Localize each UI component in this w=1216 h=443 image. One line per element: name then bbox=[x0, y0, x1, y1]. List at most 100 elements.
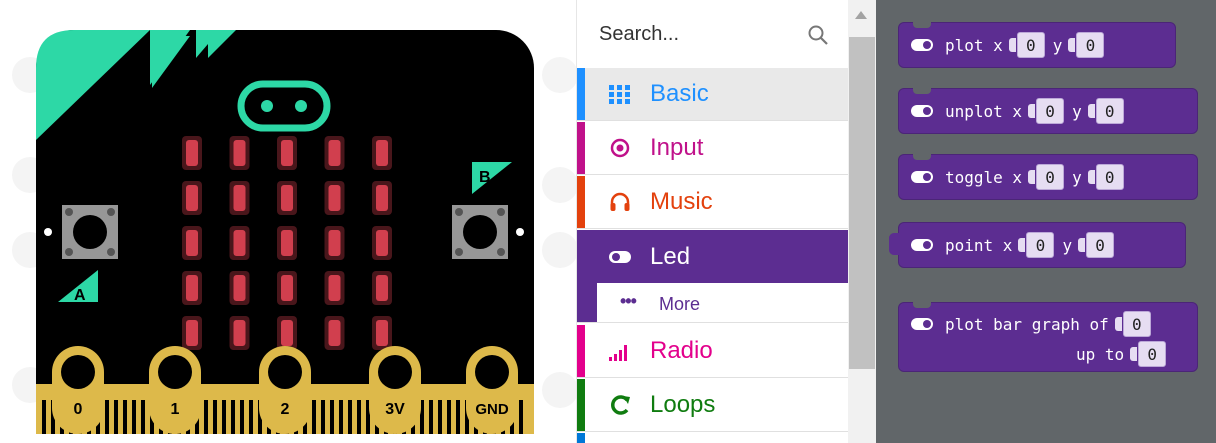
connector-strip bbox=[429, 400, 433, 434]
led-pixel bbox=[186, 320, 198, 346]
toggle-icon bbox=[911, 105, 933, 117]
search-input[interactable]: Search... bbox=[599, 23, 679, 46]
category-led-more[interactable]: ••• More bbox=[577, 283, 849, 323]
button-b-label: B bbox=[479, 169, 491, 186]
dots-icon: ••• bbox=[620, 291, 637, 311]
value-input[interactable]: 0 bbox=[1114, 311, 1151, 337]
microbit-board: A B 0 1 2 3V GND bbox=[36, 30, 534, 434]
up-to-input[interactable]: 0 bbox=[1130, 341, 1167, 367]
simulator-panel: A B 0 1 2 3V GND bbox=[0, 0, 576, 443]
category-label: Music bbox=[650, 188, 713, 215]
y-input[interactable]: 0 bbox=[1087, 164, 1124, 190]
block-unplot[interactable]: unplot x 0 y 0 bbox=[898, 88, 1198, 134]
pin-label: GND bbox=[475, 401, 509, 418]
connector-strip bbox=[447, 400, 451, 434]
connector-strip bbox=[114, 400, 118, 434]
x-input[interactable]: 0 bbox=[1008, 32, 1045, 58]
category-label: Input bbox=[650, 134, 704, 161]
pin-hole bbox=[378, 355, 412, 389]
category-music[interactable]: Music bbox=[577, 176, 849, 229]
led-pixel bbox=[376, 185, 388, 211]
led-pixel bbox=[186, 275, 198, 301]
x-input[interactable]: 0 bbox=[1018, 232, 1055, 258]
y-label: y bbox=[1052, 35, 1063, 55]
y-input[interactable]: 0 bbox=[1078, 232, 1115, 258]
block-toggle[interactable]: toggle x 0 y 0 bbox=[898, 154, 1198, 200]
led-pixel bbox=[376, 275, 388, 301]
led-pixel bbox=[376, 320, 388, 346]
headphones-icon bbox=[610, 192, 630, 211]
category-loops[interactable]: Loops bbox=[577, 379, 849, 432]
toggle-icon bbox=[911, 239, 933, 251]
connector-strip bbox=[105, 400, 109, 434]
search-box[interactable]: Search... bbox=[577, 0, 849, 68]
connector-strip bbox=[357, 400, 361, 434]
toggle-icon bbox=[911, 39, 933, 51]
led-pixel bbox=[281, 275, 293, 301]
makecode-editor: A B 0 1 2 3V GND Search... Basic Input M… bbox=[0, 0, 1216, 443]
connector-strip bbox=[456, 400, 460, 434]
led-pixel bbox=[233, 320, 246, 346]
connector-strip bbox=[339, 400, 343, 434]
pin-label: 1 bbox=[171, 401, 180, 418]
toggle-icon bbox=[911, 318, 933, 330]
led-pixel bbox=[376, 140, 388, 166]
category-radio[interactable]: Radio bbox=[577, 325, 849, 378]
connector-strip bbox=[348, 400, 352, 434]
search-icon[interactable] bbox=[807, 24, 829, 46]
block-keyword: point x bbox=[945, 235, 1013, 255]
led-pixel bbox=[328, 320, 341, 346]
connector-strip bbox=[240, 400, 244, 434]
y-input[interactable]: 0 bbox=[1087, 98, 1124, 124]
y-label: y bbox=[1062, 235, 1073, 255]
led-pixel bbox=[328, 275, 341, 301]
connector-strip bbox=[312, 400, 316, 434]
connector-strip bbox=[132, 400, 136, 434]
block-keyword: plot x bbox=[945, 35, 1003, 55]
led-pixel bbox=[281, 230, 293, 256]
connector-strip bbox=[123, 400, 127, 434]
scrollbar-thumb[interactable] bbox=[849, 37, 875, 369]
block-point[interactable]: point x 0 y 0 bbox=[889, 222, 1186, 268]
connector-strip bbox=[42, 400, 46, 434]
button-a[interactable] bbox=[62, 205, 118, 259]
pin-hole bbox=[475, 355, 509, 389]
y-label: y bbox=[1072, 167, 1082, 187]
pin-label: 0 bbox=[74, 401, 83, 418]
pin-hole bbox=[158, 355, 192, 389]
connector-strip bbox=[321, 400, 325, 434]
up-to-label: up to bbox=[1076, 344, 1125, 364]
block-keyword: unplot x bbox=[945, 101, 1023, 121]
category-led[interactable]: Led bbox=[577, 230, 849, 283]
button-b[interactable] bbox=[452, 205, 508, 259]
category-input[interactable]: Input bbox=[577, 122, 849, 175]
block-plot-bar-graph[interactable]: plot bar graph of 0 up to 0 bbox=[898, 302, 1198, 372]
led-pixel bbox=[233, 140, 246, 166]
block-plot[interactable]: plot x 0 y 0 bbox=[898, 22, 1176, 68]
pin-label: 2 bbox=[281, 401, 290, 418]
pin-hole bbox=[61, 355, 95, 389]
category-label: Radio bbox=[650, 337, 713, 364]
led-pixel bbox=[328, 140, 341, 166]
y-input[interactable]: 0 bbox=[1068, 32, 1105, 58]
block-keyword: toggle x bbox=[945, 167, 1023, 187]
signal-bars-icon bbox=[609, 345, 627, 361]
connector-strip bbox=[231, 400, 235, 434]
category-basic[interactable]: Basic bbox=[577, 68, 849, 121]
block-keyword: plot bar graph of bbox=[945, 314, 1109, 334]
led-pixel bbox=[233, 275, 246, 301]
connector-strip bbox=[213, 400, 217, 434]
button-a-label: A bbox=[74, 287, 86, 304]
connector-strip bbox=[519, 400, 523, 434]
block-flyout: plot x 0 y 0 unplot x 0 y 0 toggle x 0 y… bbox=[876, 0, 1216, 443]
led-pixel bbox=[328, 185, 341, 211]
scroll-up-arrow-icon[interactable] bbox=[855, 11, 867, 19]
x-input[interactable]: 0 bbox=[1028, 164, 1065, 190]
x-input[interactable]: 0 bbox=[1028, 98, 1065, 124]
category-label: Led bbox=[650, 242, 691, 270]
connector-strip bbox=[141, 400, 145, 434]
toolbox: Search... Basic Input Music Led ••• More… bbox=[576, 0, 849, 443]
connector-strip bbox=[222, 400, 226, 434]
led-pixel bbox=[186, 185, 198, 211]
connector-strip bbox=[330, 400, 334, 434]
